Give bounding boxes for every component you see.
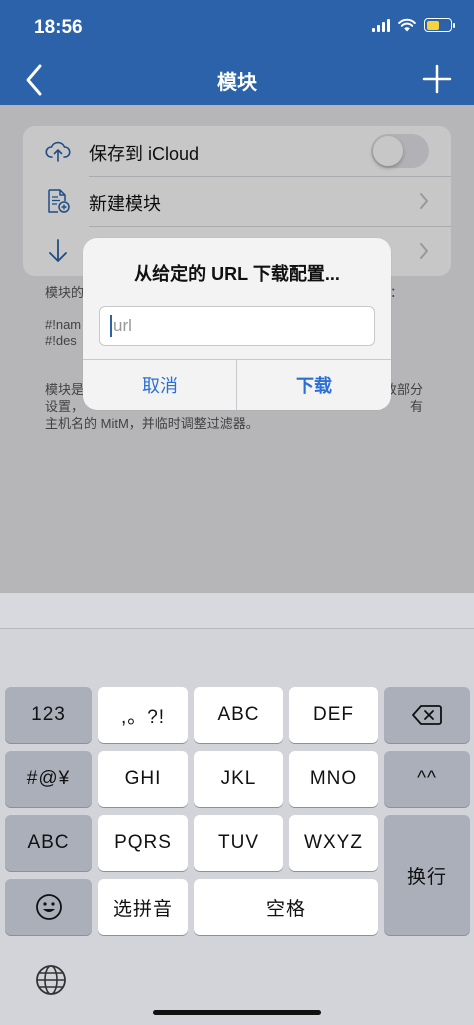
key-abc[interactable]: ABC (194, 687, 283, 743)
key-def[interactable]: DEF (289, 687, 378, 743)
navigation-bar: 18:56 模块 (0, 0, 474, 105)
wifi-icon (398, 18, 416, 32)
candidate-bar (0, 593, 474, 629)
download-config-alert: 从给定的 URL 下载配置... url 取消 下载 (83, 238, 391, 410)
cellular-signal-icon (372, 18, 390, 32)
emoji-key[interactable] (5, 879, 92, 935)
cancel-button[interactable]: 取消 (83, 359, 237, 410)
key-jkl[interactable]: JKL (194, 751, 283, 807)
return-key[interactable]: 换行 (384, 815, 470, 935)
key-mno[interactable]: MNO (289, 751, 378, 807)
status-icons (372, 18, 455, 32)
home-indicator[interactable] (153, 1010, 321, 1015)
battery-icon (424, 18, 455, 32)
key-numbers[interactable]: 123 (5, 687, 92, 743)
download-button[interactable]: 下载 (237, 359, 391, 410)
key-tuv[interactable]: TUV (194, 815, 283, 871)
key-ghi[interactable]: GHI (98, 751, 188, 807)
add-icon[interactable] (422, 64, 452, 94)
key-abc-mode[interactable]: ABC (5, 815, 92, 871)
status-time: 18:56 (34, 17, 83, 38)
key-select-pinyin[interactable]: 选拼音 (98, 879, 188, 935)
globe-icon[interactable] (34, 963, 68, 997)
key-pqrs[interactable]: PQRS (98, 815, 188, 871)
text-caret (110, 315, 112, 337)
alert-title: 从给定的 URL 下载配置... (134, 264, 340, 284)
emoji-icon (35, 894, 62, 920)
space-key[interactable]: 空格 (194, 879, 378, 935)
page-title: 模块 (217, 72, 257, 94)
key-symbols[interactable]: #@¥ (5, 751, 92, 807)
backspace-icon (412, 705, 442, 725)
url-input-placeholder: url (113, 316, 132, 335)
key-wxyz[interactable]: WXYZ (289, 815, 378, 871)
key-punctuation[interactable]: ,。?! (98, 687, 188, 743)
url-input[interactable]: url (99, 306, 375, 346)
keyboard: 123 ,。?! ABC DEF #@¥ GHI JKL MNO ^^ ABC … (0, 593, 474, 1025)
backspace-key[interactable] (384, 687, 470, 743)
key-emoticon[interactable]: ^^ (384, 751, 470, 807)
